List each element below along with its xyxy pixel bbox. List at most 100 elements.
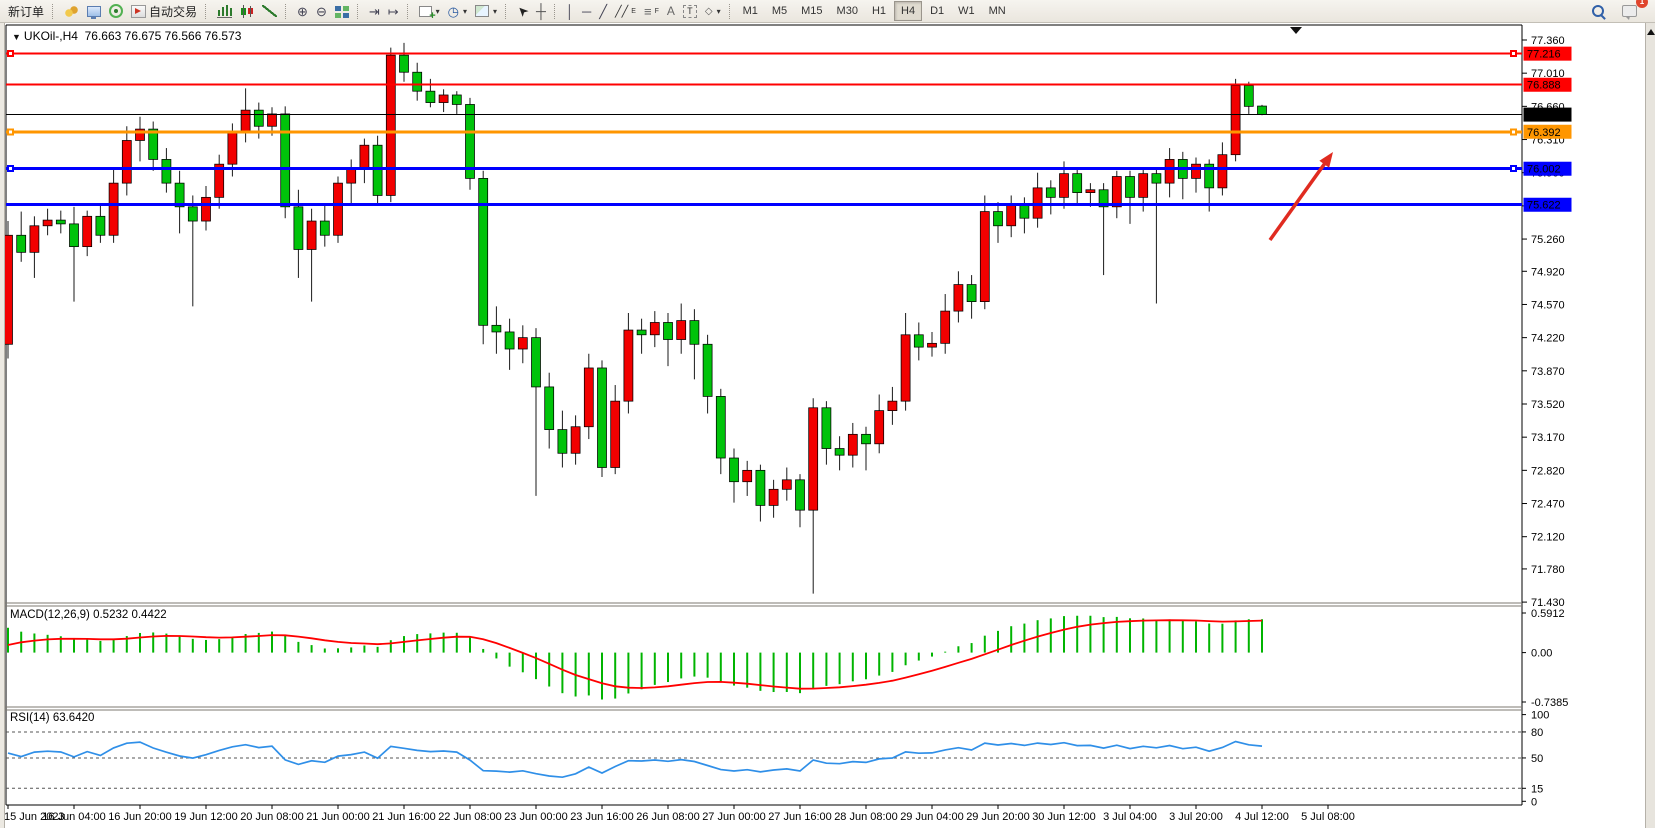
svg-text:75.622: 75.622 [1527,200,1561,212]
vertical-line-button[interactable]: │ [562,1,578,21]
text-button[interactable]: A [663,1,679,21]
toolbar-separator [554,4,558,19]
toolbar-separator [357,4,361,19]
periods-button[interactable]: ◷▾ [444,1,471,21]
chevron-down-icon: ▾ [717,7,721,16]
templates-button[interactable]: ▾ [471,1,501,21]
toolbar-separator [407,4,411,19]
svg-text:-0.7385: -0.7385 [1531,697,1568,709]
symbol-title: ▼UKOil-,H4 76.663 76.675 76.566 76.573 [12,29,241,43]
zoom-in-button[interactable]: ⊕ [293,1,312,21]
svg-text:15: 15 [1531,783,1543,795]
shapes-icon: ◇ [705,5,713,18]
crosshair-icon: ┼ [536,5,546,18]
crosshair-button[interactable]: ┼ [532,1,550,21]
svg-text:23 Jun 16:00: 23 Jun 16:00 [570,811,634,823]
timeframe-h1[interactable]: H1 [866,2,892,20]
trendline-button[interactable]: ╱ [595,1,611,21]
svg-text:72.820: 72.820 [1531,465,1565,477]
tile-windows-icon [335,5,349,18]
coins-icon [64,5,79,18]
bar-chart-icon [217,4,232,18]
zoom-out-button[interactable]: ⊖ [312,1,331,21]
bar-chart-button[interactable] [213,1,236,21]
toolbar-separator [505,4,509,19]
search-icon [1592,5,1604,17]
cursor-button[interactable]: ➤ [513,1,532,21]
ohlc-values: 76.663 76.675 76.566 76.573 [85,29,242,43]
rsi-label: RSI(14) 63.6420 [10,712,94,724]
terminal-button[interactable] [83,1,105,21]
scroll-up-icon [1647,29,1655,35]
chart-scrollbar[interactable] [1645,22,1655,828]
symbol-dropdown-icon[interactable]: ▼ [12,32,21,42]
window-left-border [0,22,5,828]
label-button[interactable]: T [679,1,701,21]
new-chart-icon [419,6,432,17]
svg-text:21 Jun 16:00: 21 Jun 16:00 [372,811,436,823]
candlestick-chart-button[interactable] [236,1,258,21]
timeframe-w1[interactable]: W1 [952,2,981,20]
text-icon: A [667,5,675,18]
timeframe-m30[interactable]: M30 [831,2,864,20]
signal-icon [109,4,123,18]
svg-text:21 Jun 00:00: 21 Jun 00:00 [306,811,370,823]
svg-text:26 Jun 08:00: 26 Jun 08:00 [636,811,700,823]
toolbar-separator [285,4,289,19]
svg-text:16 Jun 20:00: 16 Jun 20:00 [108,811,172,823]
svg-text:27 Jun 16:00: 27 Jun 16:00 [768,811,832,823]
svg-text:80: 80 [1531,727,1543,739]
horizontal-line-button[interactable]: ─ [578,1,595,21]
svg-text:22 Jun 08:00: 22 Jun 08:00 [438,811,502,823]
new-chart-button[interactable]: ▾ [415,1,444,21]
svg-text:76.888: 76.888 [1527,80,1561,92]
chart-shift-icon: ↦ [388,5,399,18]
timeframe-h4[interactable]: H4 [894,1,922,21]
trendline-icon: ╱ [599,5,607,18]
clock-icon: ◷ [448,5,459,18]
notifications-button[interactable]: 1 [1618,1,1641,21]
auto-scroll-button[interactable]: ⇥ [365,1,384,21]
shapes-button[interactable]: ◇▾ [701,1,725,21]
fibonacci-letter: F [655,8,659,15]
timeframe-m5[interactable]: M5 [766,2,793,20]
new-order-label: 新订单 [8,3,44,20]
new-order-button[interactable]: 新订单 [4,1,48,21]
search-button[interactable] [1588,1,1608,21]
svg-text:5 Jul 08:00: 5 Jul 08:00 [1301,811,1355,823]
toolbar-separator [52,4,56,19]
tile-windows-button[interactable] [331,1,353,21]
svg-text:73.870: 73.870 [1531,366,1565,378]
svg-text:76.392: 76.392 [1527,127,1561,139]
chart-shift-button[interactable]: ↦ [384,1,403,21]
candlestick-icon [240,5,254,18]
line-chart-icon [262,5,277,17]
notification-badge: 1 [1636,0,1648,8]
signal-button[interactable] [105,1,127,21]
zoom-out-icon: ⊖ [316,5,327,18]
fibonacci-icon: ≡ [644,5,652,18]
vertical-line-icon: │ [566,5,574,18]
auto-trading-button[interactable]: 自动交易 [127,1,201,21]
svg-text:71.780: 71.780 [1531,564,1565,576]
time-axis[interactable]: 15 Jun 202316 Jun 04:0016 Jun 20:0019 Ju… [4,805,1355,823]
svg-text:30 Jun 12:00: 30 Jun 12:00 [1032,811,1096,823]
equidistant-channel-button[interactable]: ╱╱E [611,1,640,21]
auto-trading-icon [131,5,146,18]
terminal-icon [87,6,101,17]
svg-text:0.5912: 0.5912 [1531,608,1565,620]
svg-text:0.00: 0.00 [1531,648,1552,660]
svg-text:75.260: 75.260 [1531,234,1565,246]
timeframe-d1[interactable]: D1 [924,2,950,20]
timeframe-m1[interactable]: M1 [737,2,764,20]
svg-text:0: 0 [1531,796,1537,808]
chat-bubble-icon [1622,5,1637,17]
svg-text:20 Jun 08:00: 20 Jun 08:00 [240,811,304,823]
chevron-down-icon: ▾ [493,7,497,16]
timeframe-m15[interactable]: M15 [795,2,828,20]
deposit-button[interactable] [60,1,83,21]
line-chart-button[interactable] [258,1,281,21]
svg-text:73.520: 73.520 [1531,399,1565,411]
timeframe-mn[interactable]: MN [983,2,1012,20]
fibonacci-button[interactable]: ≡F [640,1,663,21]
